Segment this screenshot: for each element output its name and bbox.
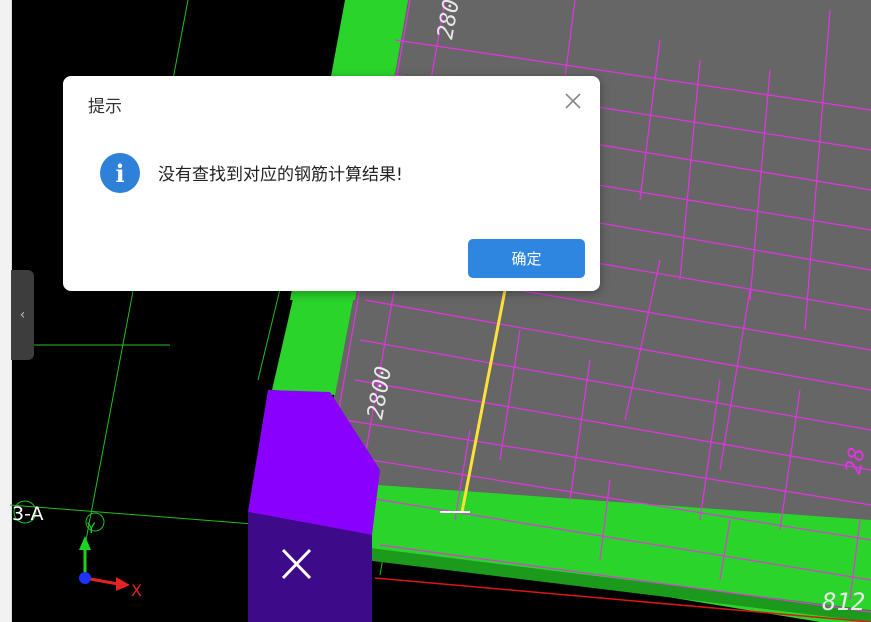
info-icon: i (100, 153, 140, 193)
close-icon[interactable] (562, 90, 584, 112)
dimension-label-partial-right: 28 (841, 446, 870, 476)
axis-y-label: Y (86, 521, 96, 537)
sidebar-collapse-tab[interactable]: ‹ (11, 270, 34, 360)
dimension-label-bottom-right: 812 (822, 588, 865, 616)
dialog-title: 提示 (88, 97, 122, 117)
info-dialog: 提示 i 没有查找到对应的钢筋计算结果! 确定 (63, 76, 600, 291)
info-icon-glyph: i (115, 158, 125, 188)
axis-label: 3-A (12, 503, 44, 525)
confirm-button[interactable]: 确定 (468, 239, 585, 278)
chevron-left-icon: ‹ (19, 307, 26, 323)
axis-x-label: X (131, 581, 142, 600)
dialog-message: 没有查找到对应的钢筋计算结果! (158, 165, 403, 185)
